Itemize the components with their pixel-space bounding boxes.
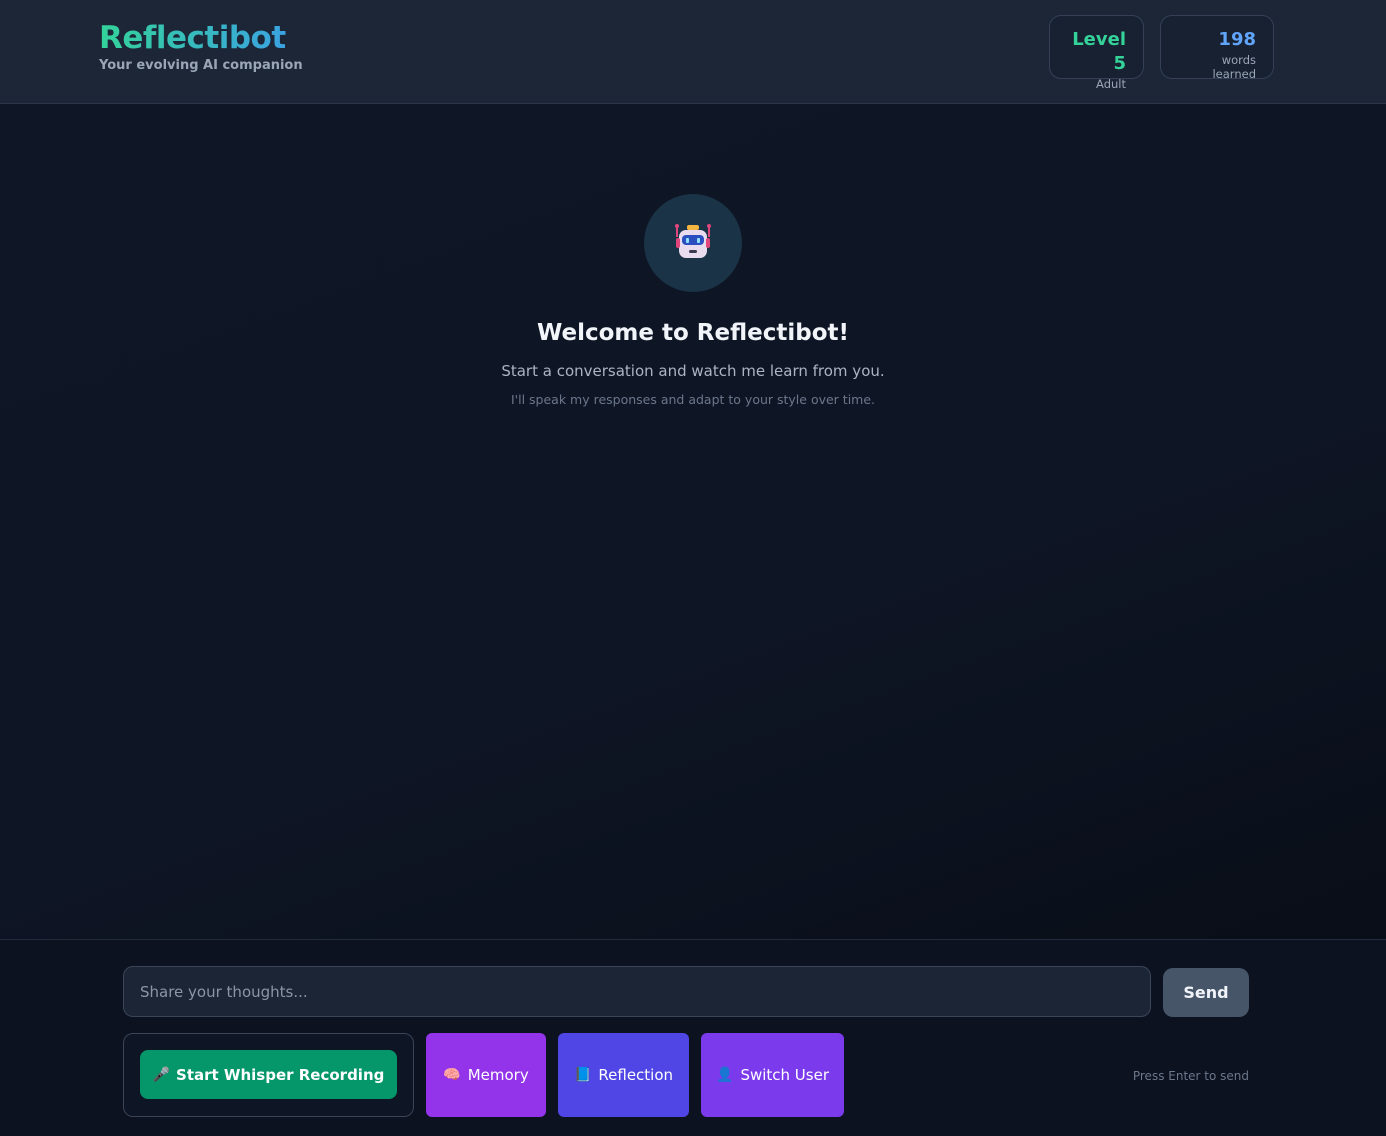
enter-hint: Press Enter to send [1132,1069,1249,1083]
welcome-title: Welcome to Reflectibot! [536,320,850,346]
whisper-button-label: Start Whisper Recording [176,1065,385,1084]
book-icon: 📘 [573,1067,592,1083]
words-learned-label: words learned [1212,53,1256,81]
level-label: Adult [1096,77,1126,91]
brain-icon: 🧠 [443,1067,461,1083]
message-input[interactable] [123,966,1151,1017]
brand: Reflectibot Your evolving AI companion [99,20,303,73]
words-learned-count: 198 [1218,29,1256,50]
welcome-hint: I'll speak my responses and adapt to you… [510,392,876,407]
switch-user-button[interactable]: 👤 Switch User [701,1033,844,1117]
robot-icon [675,224,711,258]
reflection-button-label: Reflection [598,1066,674,1084]
app-title: Reflectibot [99,20,303,56]
composer-bar: Send 🎤 Start Whisper Recording 🧠 Memory … [0,939,1386,1136]
bot-avatar [644,194,742,292]
switch-user-button-label: Switch User [740,1066,829,1084]
memory-button-label: Memory [467,1066,529,1084]
user-icon: 👤 [716,1067,734,1083]
whisper-panel: 🎤 Start Whisper Recording [123,1033,414,1117]
app-header: Reflectibot Your evolving AI companion L… [0,0,1386,104]
memory-button[interactable]: 🧠 Memory [426,1033,546,1117]
app-subtitle: Your evolving AI companion [99,58,303,73]
words-learned-badge: 198 words learned [1160,15,1274,81]
microphone-icon: 🎤 [152,1066,171,1083]
level-badge: Level 5 Adult [1049,15,1144,91]
welcome-text: Start a conversation and watch me learn … [501,362,885,380]
level-value: Level 5 [1072,29,1126,74]
reflection-button[interactable]: 📘 Reflection [558,1033,689,1117]
welcome-panel: Welcome to Reflectibot! Start a conversa… [0,194,1386,407]
start-whisper-recording-button[interactable]: 🎤 Start Whisper Recording [140,1050,397,1099]
send-button[interactable]: Send [1163,968,1249,1017]
